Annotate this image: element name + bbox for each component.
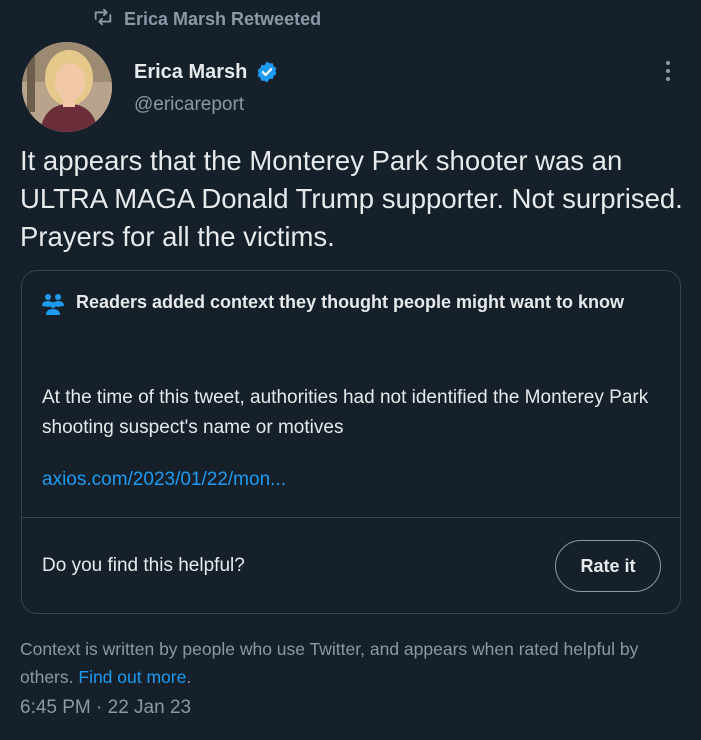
retweet-indicator[interactable]: Erica Marsh Retweeted <box>92 6 321 33</box>
author-handle[interactable]: @ericareport <box>134 94 244 116</box>
tweet-timestamp[interactable]: 6:45 PM · 22 Jan 23 <box>20 697 191 719</box>
retweet-label: Erica Marsh Retweeted <box>124 9 322 29</box>
context-disclaimer-end: . <box>186 667 192 687</box>
context-disclaimer: Context is written by people who use Twi… <box>20 635 685 691</box>
avatar[interactable] <box>22 42 112 132</box>
tweet-text: It appears that the Monterey Park shoote… <box>20 145 683 252</box>
verified-badge-icon <box>255 60 279 84</box>
rate-it-button[interactable]: Rate it <box>555 540 661 592</box>
card-divider <box>22 517 680 518</box>
more-options-icon[interactable] <box>656 56 680 86</box>
author-name-row[interactable]: Erica Marsh <box>134 60 279 84</box>
retweet-icon <box>92 6 114 33</box>
community-note-body: At the time of this tweet, authorities h… <box>42 387 649 438</box>
author-name: Erica Marsh <box>134 60 248 83</box>
community-note-source-link[interactable]: axios.com/2023/01/22/mon... <box>42 469 286 491</box>
community-note-header: Readers added context they thought peopl… <box>40 288 660 325</box>
find-out-more-link[interactable]: Find out more <box>78 667 186 687</box>
community-note-card: Readers added context they thought peopl… <box>21 270 681 614</box>
community-note-title: Readers added context they thought peopl… <box>76 292 625 312</box>
community-notes-icon <box>40 288 66 325</box>
tweet-page: Erica Marsh Retweeted Erica Marsh @erica… <box>0 0 701 740</box>
helpful-question: Do you find this helpful? <box>42 555 245 576</box>
